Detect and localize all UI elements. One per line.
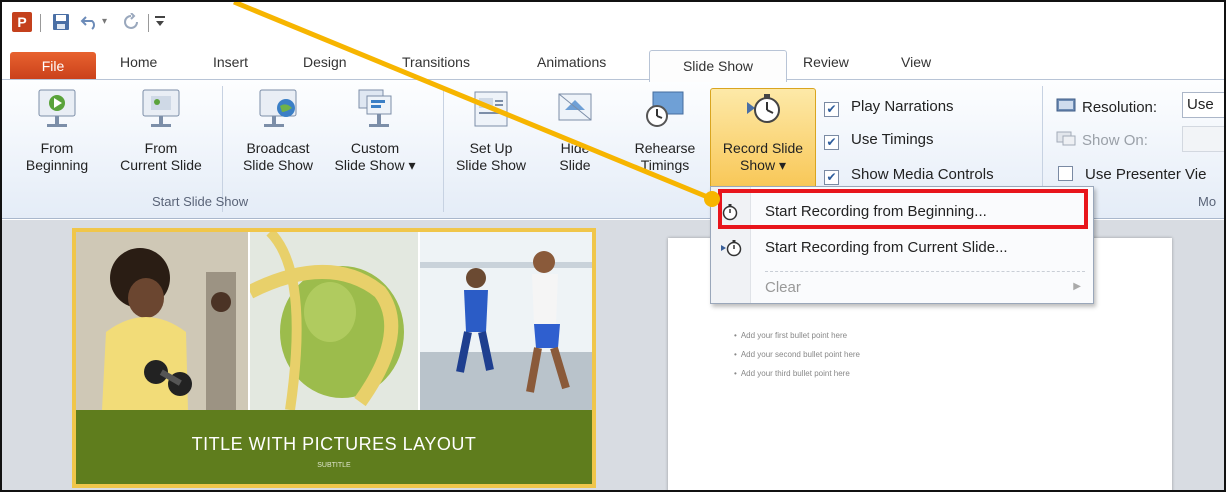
broadcast-globe-icon [256,88,300,130]
menu-item-clear: Clear ▶ [711,275,1093,309]
group-divider [443,86,444,212]
clear-label: Clear [765,279,801,296]
projector-slide-icon [139,88,183,130]
from-beginning-label-2: Beginning [25,157,89,173]
show-on-select [1182,126,1224,152]
powerpoint-logo-icon[interactable]: P [12,12,32,32]
broadcast-label-1: Broadcast [246,140,310,156]
hide-slide-icon [553,88,597,130]
tab-insert[interactable]: Insert [213,54,248,80]
rehearse-timings-button[interactable]: Rehearse Timings [624,88,706,174]
hide-label-2: Slide [559,157,591,173]
from-beginning-label-1: From [40,140,74,156]
bullet-text: Add your second bullet point here [740,350,861,359]
set-up-label-1: Set Up [469,140,513,156]
resolution-select[interactable]: Use [1182,92,1224,118]
use-presenter-view-label: Use Presenter Vie [1085,166,1207,183]
start-recording-current-label: Start Recording from Current Slide... [765,239,1008,256]
hide-label-1: Hide [560,140,590,156]
ribbon-tabs: File Home Insert Design Transitions Anim… [2,46,1224,82]
photo-apple-tape [246,232,418,411]
tab-design[interactable]: Design [303,54,347,80]
from-beginning-button[interactable]: From Beginning [12,88,102,174]
resolution-icon [1056,98,1076,114]
checkbox-checked-icon: ✔ [824,135,839,150]
use-presenter-view-checkbox[interactable]: Use Presenter Vie [1058,166,1206,183]
show-on-control: Show On: [1056,131,1148,149]
broadcast-label-2: Slide Show [242,157,314,173]
custom-label-1: Custom [350,140,400,156]
record-label-1: Record Slide [722,140,804,156]
photo-runners [420,232,592,410]
custom-label-2: Slide Show ▾ [334,157,416,173]
projector-play-icon [35,88,79,130]
broadcast-slide-show-button[interactable]: Broadcast Slide Show [232,88,324,174]
tab-review[interactable]: Review [803,54,849,80]
thumbnail-subtitle: SUBTITLE [317,462,351,469]
checkbox-unchecked-icon [1058,166,1073,181]
quick-access-toolbar: P ▾ [2,2,1224,42]
customize-toolbar-icon[interactable] [154,11,166,34]
record-slide-show-content[interactable]: Record Slide Show ▾ [710,88,816,174]
title-band: TITLE WITH PICTURES LAYOUT SUBTITLE [76,410,592,484]
resolution-value: Use [1187,96,1214,113]
from-current-label-1: From [144,140,178,156]
undo-icon[interactable] [80,13,100,36]
stopwatch-arrow-icon [721,239,743,262]
use-timings-label: Use Timings [851,131,934,148]
from-current-label-2: Current Slide [120,157,202,173]
powerpoint-window: P ▾ File Home Insert Design Transitions … [0,0,1226,492]
play-narrations-checkbox[interactable]: ✔ Play Narrations [824,98,954,117]
custom-show-icon [353,88,397,130]
use-timings-checkbox[interactable]: ✔ Use Timings [824,131,934,150]
play-narrations-label: Play Narrations [851,98,954,115]
bullet-item: • Add your third bullet point here [734,369,850,378]
tab-view[interactable]: View [901,54,931,80]
show-on-label: Show On: [1082,132,1148,149]
setup-show-icon [469,88,513,130]
tab-file[interactable]: File [10,52,96,80]
rehearse-label-2: Timings [640,157,690,173]
set-up-label-2: Slide Show [455,157,527,173]
undo-dropdown-icon[interactable]: ▾ [102,16,107,27]
show-media-controls-checkbox[interactable]: ✔ Show Media Controls [824,166,994,185]
show-on-icon [1056,131,1076,147]
stopwatch-icon [741,88,785,130]
red-highlight-box [718,189,1088,229]
bullet-list: • Add your first bullet point here • Add… [734,326,860,383]
rehearse-timings-icon [643,88,687,130]
photo-weightlifting [76,232,248,410]
custom-slide-show-button[interactable]: Custom Slide Show ▾ [324,88,426,174]
redo-icon[interactable] [122,12,140,36]
bullet-item: • Add your first bullet point here [734,331,848,340]
menu-item-start-recording-from-current-slide[interactable]: Start Recording from Current Slide... [711,231,1093,265]
slide-thumbnail[interactable]: TITLE WITH PICTURES LAYOUT SUBTITLE [72,228,596,488]
show-media-controls-label: Show Media Controls [851,166,994,183]
bullet-text: Add your first bullet point here [740,331,848,340]
tab-slide-show[interactable]: Slide Show [649,50,787,82]
toolbar-divider [40,14,41,32]
submenu-arrow-icon: ▶ [1073,281,1081,292]
toolbar-divider [148,14,149,32]
menu-separator [765,271,1085,272]
checkbox-checked-icon: ✔ [824,170,839,185]
tab-animations[interactable]: Animations [537,54,606,80]
checkbox-checked-icon: ✔ [824,102,839,117]
resolution-label: Resolution: [1082,99,1158,116]
resolution-control[interactable]: Resolution: [1056,98,1157,116]
tab-home[interactable]: Home [120,54,157,80]
rehearse-label-1: Rehearse [634,140,696,156]
thumbnail-title: TITLE WITH PICTURES LAYOUT [191,434,477,454]
monitors-group-label: Mo [1198,194,1217,209]
tab-transitions[interactable]: Transitions [402,54,470,80]
hide-slide-button[interactable]: Hide Slide [542,88,608,174]
bullet-item: • Add your second bullet point here [734,350,861,359]
set-up-slide-show-button[interactable]: Set Up Slide Show [448,88,534,174]
start-slide-show-group-label: Start Slide Show [152,194,249,209]
bullet-text: Add your third bullet point here [740,369,850,378]
save-icon[interactable] [52,13,70,36]
record-label-2: Show ▾ [740,157,786,173]
from-current-slide-button[interactable]: From Current Slide [106,88,216,174]
